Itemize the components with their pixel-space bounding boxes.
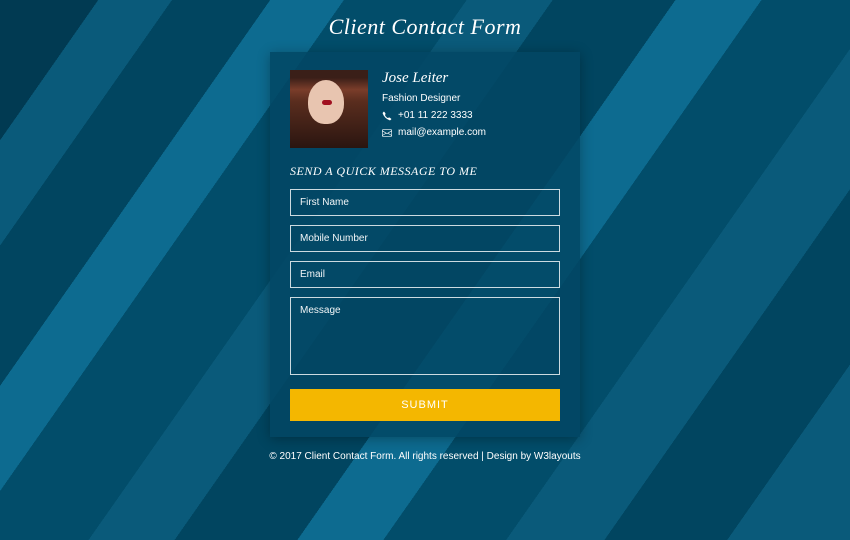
- footer-design-link[interactable]: W3layouts: [534, 451, 581, 462]
- page-title: Client Contact Form: [329, 14, 522, 40]
- profile-email-row: mail@example.com: [382, 127, 486, 138]
- profile-section: Jose Leiter Fashion Designer +01 11 222 …: [290, 70, 560, 148]
- phone-icon: [382, 111, 392, 121]
- footer-copyright: © 2017 Client Contact Form. All rights r…: [269, 451, 534, 462]
- mobile-number-input[interactable]: [290, 225, 560, 252]
- profile-email: mail@example.com: [398, 127, 486, 138]
- profile-phone: +01 11 222 3333: [398, 110, 473, 121]
- form-title: SEND A QUICK MESSAGE TO ME: [290, 164, 560, 179]
- profile-name: Jose Leiter: [382, 70, 486, 87]
- profile-role: Fashion Designer: [382, 93, 486, 104]
- email-input[interactable]: [290, 261, 560, 288]
- message-textarea[interactable]: [290, 297, 560, 375]
- profile-info: Jose Leiter Fashion Designer +01 11 222 …: [382, 70, 486, 148]
- profile-phone-row: +01 11 222 3333: [382, 110, 486, 121]
- footer: © 2017 Client Contact Form. All rights r…: [269, 451, 580, 462]
- envelope-icon: [382, 128, 392, 138]
- contact-card: Jose Leiter Fashion Designer +01 11 222 …: [270, 52, 580, 437]
- first-name-input[interactable]: [290, 189, 560, 216]
- submit-button[interactable]: SUBMIT: [290, 389, 560, 421]
- avatar: [290, 70, 368, 148]
